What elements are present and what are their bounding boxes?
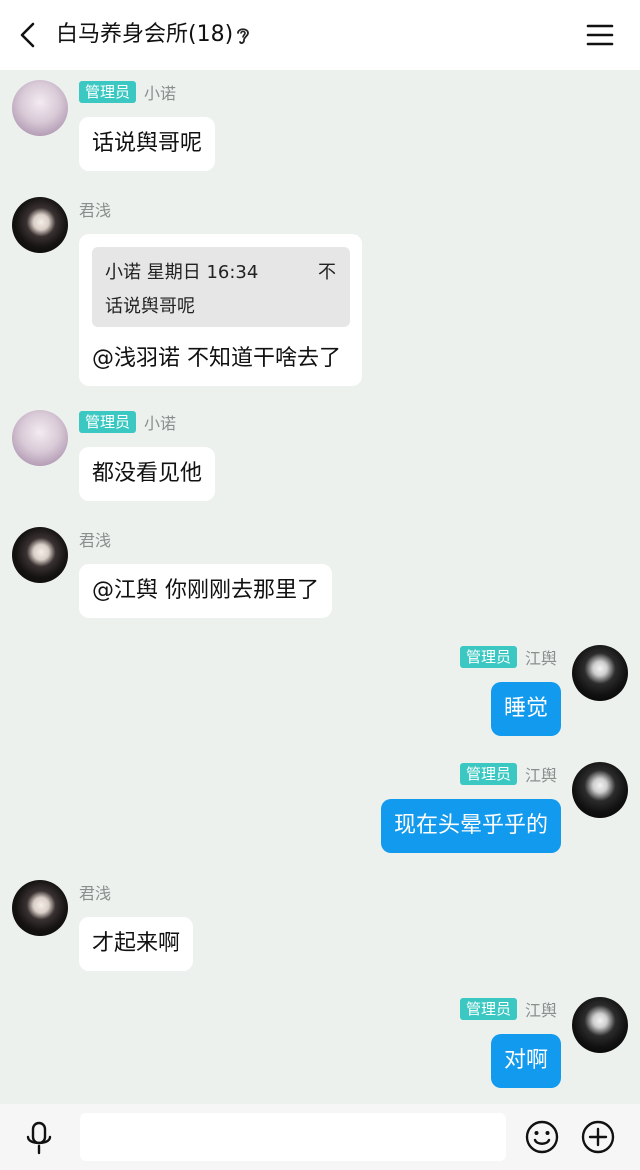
message-text: 现在头晕乎乎的 bbox=[393, 813, 548, 838]
emoji-icon[interactable] bbox=[524, 1119, 560, 1155]
sender-meta: 管理员 小诺 bbox=[79, 410, 176, 434]
top-bar: 白马养身会所(18) bbox=[0, 0, 640, 70]
sender-meta: 君浅 bbox=[79, 527, 111, 551]
sender-name: 君浅 bbox=[79, 201, 112, 220]
sender-meta: 管理员 江舆 bbox=[459, 762, 557, 786]
sender-name: 小诺 bbox=[144, 84, 177, 103]
back-arrow-icon[interactable] bbox=[12, 18, 46, 52]
message-bubble[interactable]: 现在头晕乎乎的 bbox=[380, 799, 561, 853]
message-input[interactable] bbox=[80, 1113, 506, 1161]
hamburger-menu-icon[interactable] bbox=[586, 22, 614, 48]
admin-badge: 管理员 bbox=[459, 646, 517, 668]
quote-trailing-text: 不 bbox=[318, 262, 336, 283]
avatar[interactable] bbox=[12, 80, 68, 136]
admin-badge: 管理员 bbox=[459, 763, 517, 785]
message-bubble[interactable]: 睡觉 bbox=[490, 682, 561, 736]
sender-name: 君浅 bbox=[79, 531, 112, 550]
sender-name: 小诺 bbox=[144, 414, 177, 433]
message-bubble[interactable]: 话说舆哥呢 bbox=[79, 117, 216, 171]
avatar[interactable] bbox=[572, 762, 628, 818]
avatar[interactable] bbox=[12, 197, 68, 253]
message-bubble[interactable]: 小诺 星期日 16:34 不 话说舆哥呢 @浅羽诺 不知道干啥去了 bbox=[79, 234, 362, 386]
sender-meta: 管理员 江舆 bbox=[459, 997, 557, 1021]
message-text: 对啊 bbox=[503, 1048, 548, 1073]
sender-name: 君浅 bbox=[79, 884, 112, 903]
sender-name: 江舆 bbox=[524, 766, 557, 785]
avatar[interactable] bbox=[12, 880, 68, 936]
sender-meta: 管理员 江舆 bbox=[459, 645, 557, 669]
plus-circle-icon[interactable] bbox=[580, 1119, 616, 1155]
sender-meta: 管理员 小诺 bbox=[79, 80, 176, 104]
message-bubble[interactable]: 才起来啊 bbox=[79, 917, 194, 971]
sender-name: 江舆 bbox=[524, 649, 557, 668]
sender-meta: 君浅 bbox=[79, 197, 111, 221]
avatar[interactable] bbox=[12, 527, 68, 583]
message-bubble[interactable]: @江舆 你刚刚去那里了 bbox=[79, 564, 332, 618]
message-bubble[interactable]: 都没看见他 bbox=[79, 447, 216, 501]
admin-badge: 管理员 bbox=[79, 411, 137, 433]
message-text: 都没看见他 bbox=[92, 461, 203, 486]
ear-icon[interactable] bbox=[234, 25, 252, 47]
avatar[interactable] bbox=[572, 645, 628, 701]
admin-badge: 管理员 bbox=[79, 81, 137, 103]
message-text: 话说舆哥呢 bbox=[92, 131, 203, 156]
admin-badge: 管理员 bbox=[459, 998, 517, 1020]
message-text: @浅羽诺 不知道干啥去了 bbox=[92, 346, 341, 371]
message-bubble[interactable]: 对啊 bbox=[490, 1034, 561, 1088]
quote-text: 话说舆哥呢 bbox=[105, 296, 195, 317]
avatar[interactable] bbox=[572, 997, 628, 1053]
chat-message-list[interactable]: 管理员 小诺 话说舆哥呢 君浅 小诺 星期日 16:34 不 话说舆哥呢 @浅羽… bbox=[0, 70, 640, 1104]
avatar[interactable] bbox=[12, 410, 68, 466]
composer-bar bbox=[0, 1104, 640, 1170]
message-text: 睡觉 bbox=[503, 696, 548, 721]
message-text: @江舆 你刚刚去那里了 bbox=[92, 578, 319, 603]
sender-name: 江舆 bbox=[524, 1001, 557, 1020]
microphone-icon[interactable] bbox=[22, 1120, 56, 1156]
quoted-message[interactable]: 小诺 星期日 16:34 不 话说舆哥呢 bbox=[92, 247, 350, 327]
message-text: 才起来啊 bbox=[92, 931, 181, 956]
quote-header: 小诺 星期日 16:34 bbox=[105, 262, 259, 283]
group-title[interactable]: 白马养身会所(18) bbox=[56, 20, 233, 50]
sender-meta: 君浅 bbox=[79, 880, 111, 904]
